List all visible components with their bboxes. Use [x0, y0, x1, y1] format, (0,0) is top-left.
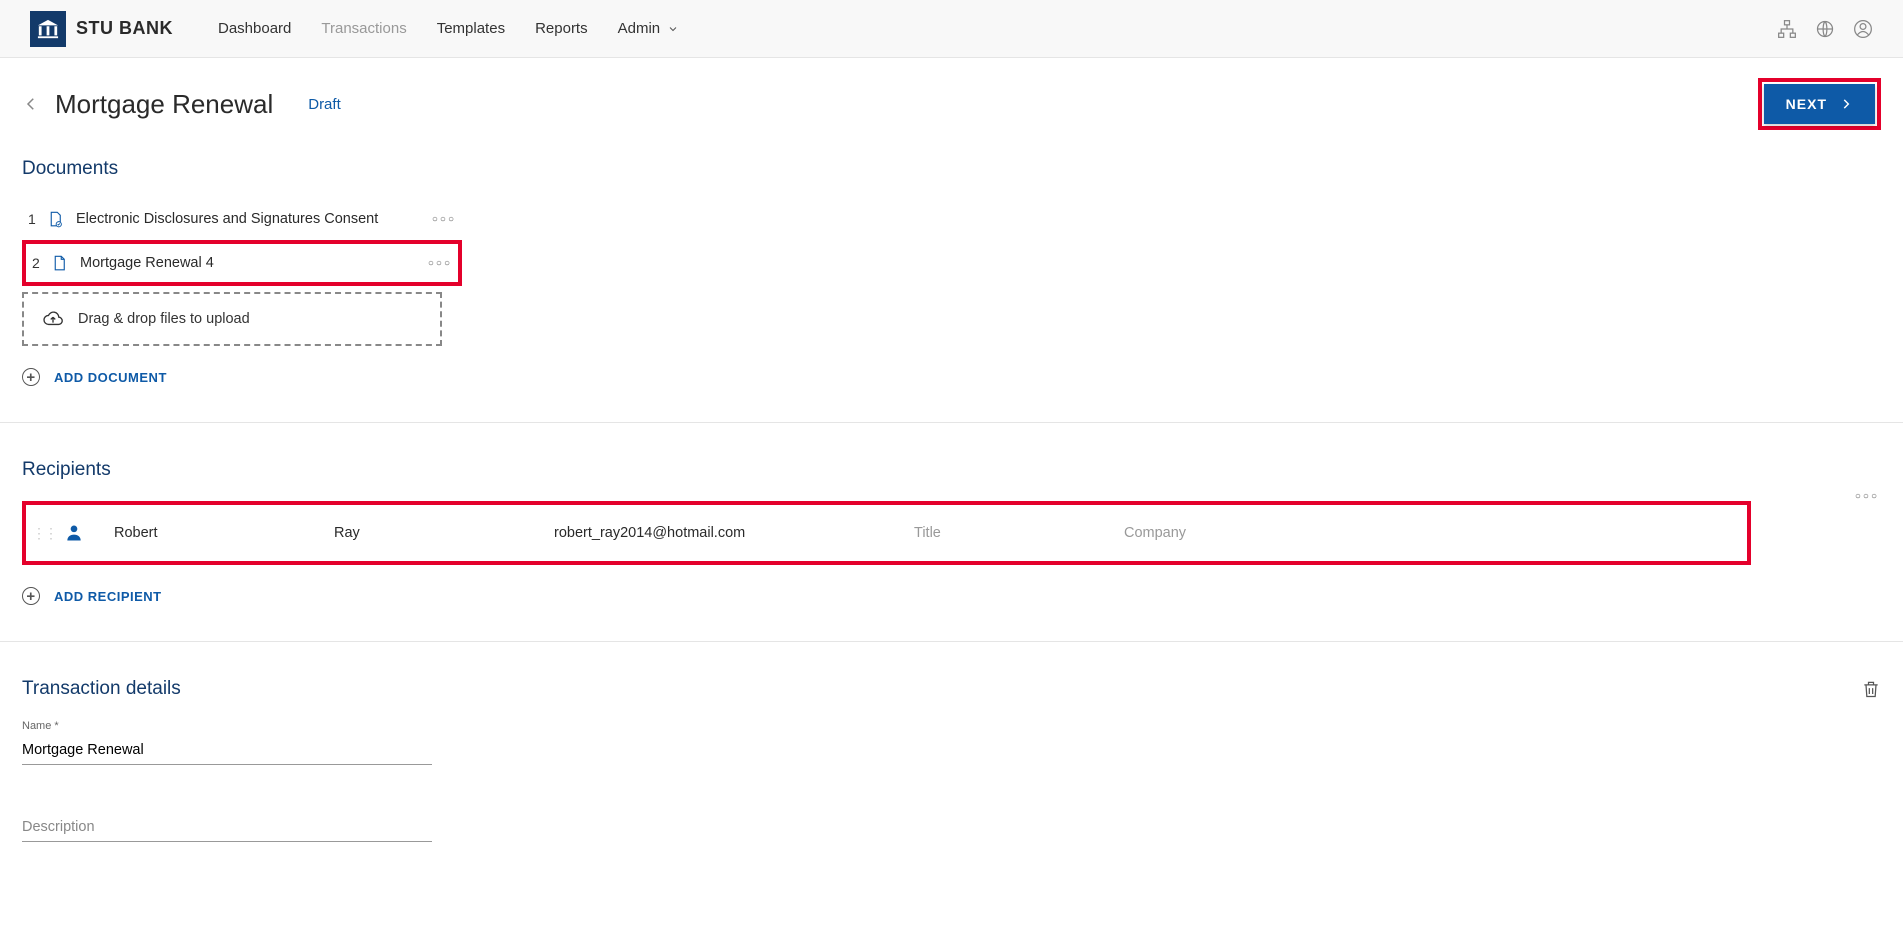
- recipient-row[interactable]: ⋮⋮ Robert Ray robert_ray2014@hotmail.com…: [32, 523, 1737, 543]
- trash-icon[interactable]: [1861, 678, 1881, 700]
- document-row[interactable]: 1 Electronic Disclosures and Signatures …: [22, 200, 462, 238]
- next-label: NEXT: [1786, 96, 1827, 112]
- document-icon: [50, 254, 68, 272]
- recipient-last-name[interactable]: Ray: [334, 525, 534, 541]
- doc-number: 2: [32, 255, 50, 271]
- page-title: Mortgage Renewal: [55, 89, 273, 120]
- nav-admin-label: Admin: [618, 20, 661, 37]
- cloud-upload-icon: [42, 310, 64, 328]
- doc-more-icon[interactable]: ○○○: [428, 258, 452, 269]
- main-nav: Dashboard Transactions Templates Reports…: [218, 20, 679, 37]
- upload-dropzone[interactable]: Drag & drop files to upload: [22, 292, 442, 346]
- name-field-wrap: Name *: [22, 720, 432, 765]
- plus-circle-icon: +: [22, 368, 40, 386]
- nav-templates[interactable]: Templates: [437, 20, 505, 37]
- recipients-title: Recipients: [22, 459, 1881, 481]
- nav-admin[interactable]: Admin: [618, 20, 680, 37]
- sitemap-icon[interactable]: [1777, 19, 1797, 39]
- add-document-label: ADD DOCUMENT: [54, 370, 167, 385]
- document-row[interactable]: 2 Mortgage Renewal 4 ○○○: [26, 244, 458, 282]
- logo-mark-icon: [30, 11, 66, 47]
- divider: [0, 641, 1903, 642]
- name-input[interactable]: [22, 736, 432, 765]
- back-chevron-icon[interactable]: [22, 95, 40, 113]
- status-badge: Draft: [308, 96, 341, 113]
- recipient-first-name[interactable]: Robert: [114, 525, 314, 541]
- brand-name: STU BANK: [76, 18, 173, 39]
- add-document-button[interactable]: + ADD DOCUMENT: [22, 368, 1881, 386]
- document-list: 1 Electronic Disclosures and Signatures …: [22, 200, 462, 346]
- nav-dashboard[interactable]: Dashboard: [218, 20, 291, 37]
- recipient-more-icon[interactable]: ○○○: [1855, 491, 1879, 502]
- next-button[interactable]: NEXT: [1764, 84, 1875, 124]
- user-icon[interactable]: [1853, 19, 1873, 39]
- page-header: Mortgage Renewal Draft NEXT: [22, 78, 1881, 130]
- doc-name: Mortgage Renewal 4: [80, 255, 428, 271]
- recipient-highlight: ⋮⋮ Robert Ray robert_ray2014@hotmail.com…: [22, 501, 1751, 565]
- logo: STU BANK: [30, 11, 173, 47]
- drag-handle-icon[interactable]: ⋮⋮: [32, 525, 44, 542]
- nav-transactions[interactable]: Transactions: [321, 20, 406, 37]
- document-highlight: 2 Mortgage Renewal 4 ○○○: [22, 240, 462, 286]
- chevron-right-icon: [1839, 97, 1853, 111]
- add-recipient-button[interactable]: + ADD RECIPIENT: [22, 587, 1881, 605]
- doc-number: 1: [28, 211, 46, 227]
- dropzone-text: Drag & drop files to upload: [78, 311, 250, 327]
- divider: [0, 422, 1903, 423]
- name-label: Name *: [22, 720, 432, 732]
- description-input[interactable]: [22, 813, 432, 842]
- globe-icon[interactable]: [1815, 19, 1835, 39]
- topbar: STU BANK Dashboard Transactions Template…: [0, 0, 1903, 58]
- top-icons: [1777, 19, 1873, 39]
- documents-title: Documents: [22, 158, 1881, 180]
- documents-section: Documents 1 Electronic Disclosures and S…: [22, 158, 1881, 386]
- chevron-down-icon: [667, 23, 679, 35]
- nav-reports[interactable]: Reports: [535, 20, 588, 37]
- recipient-email[interactable]: robert_ray2014@hotmail.com: [554, 525, 894, 541]
- recipients-section: Recipients ⋮⋮ Robert Ray robert_ray2014@…: [22, 459, 1881, 605]
- page-body: Mortgage Renewal Draft NEXT Documents 1 …: [0, 58, 1903, 882]
- next-highlight: NEXT: [1758, 78, 1881, 130]
- recipient-title[interactable]: Title: [914, 525, 1104, 541]
- person-icon: [64, 523, 84, 543]
- doc-more-icon[interactable]: ○○○: [432, 214, 456, 225]
- transaction-details-section: Transaction details Name *: [22, 678, 1881, 842]
- details-title: Transaction details: [22, 678, 1881, 700]
- plus-circle-icon: +: [22, 587, 40, 605]
- add-recipient-label: ADD RECIPIENT: [54, 589, 162, 604]
- description-field-wrap: [22, 813, 432, 842]
- doc-name: Electronic Disclosures and Signatures Co…: [76, 211, 432, 227]
- recipient-company[interactable]: Company: [1124, 525, 1304, 541]
- document-check-icon: [46, 210, 64, 228]
